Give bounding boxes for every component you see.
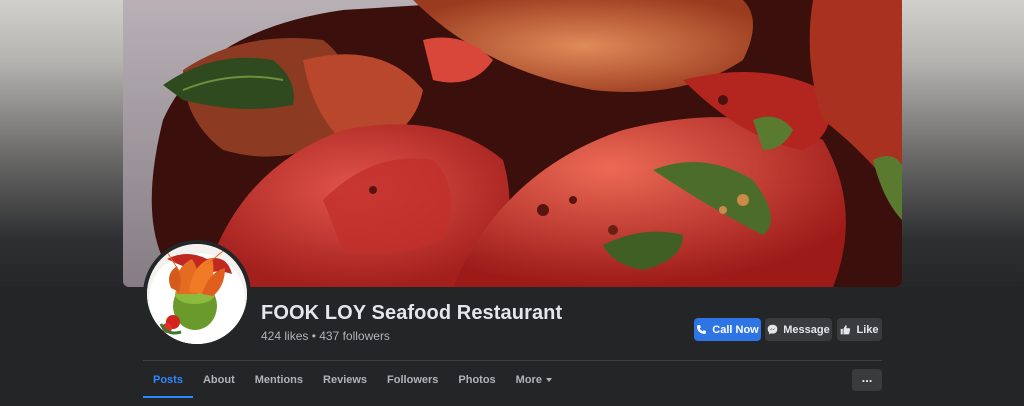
tab-photos[interactable]: Photos [448,362,505,398]
tab-label: Followers [387,374,439,386]
tab-followers[interactable]: Followers [377,362,448,398]
tab-posts[interactable]: Posts [143,362,193,398]
tab-reviews[interactable]: Reviews [313,362,377,398]
message-label: Message [783,323,830,336]
caret-down-icon [545,378,552,382]
messenger-icon [767,324,778,335]
more-options-button[interactable]: ... [852,369,882,391]
like-label: Like [856,323,879,336]
tab-label: Mentions [254,374,304,386]
call-now-label: Call Now [712,323,759,336]
page-title: FOOK LOY Seafood Restaurant [261,302,563,324]
cover-photo[interactable] [123,0,902,287]
tab-label: About [202,374,235,386]
shrimp-dish-icon [147,244,247,344]
call-now-button[interactable]: Call Now [694,318,761,341]
tab-more[interactable]: More [506,362,562,398]
phone-icon [697,325,707,334]
tab-about[interactable]: About [193,362,245,398]
tab-mentions[interactable]: Mentions [245,362,313,398]
thumbs-up-icon [841,325,851,335]
ellipsis-icon: ... [861,370,873,385]
message-button[interactable]: Message [765,318,832,341]
header-divider [143,360,882,361]
tab-label: Posts [153,374,183,386]
profile-picture[interactable] [143,240,251,348]
tab-label: More [515,374,542,386]
chili-crab-image [123,0,902,287]
tab-label: Photos [458,374,496,386]
page-stats[interactable]: 424 likes • 437 followers [261,329,390,343]
page-tabs: Posts About Mentions Reviews Followers P… [143,362,562,398]
tab-label: Reviews [323,374,368,386]
like-button[interactable]: Like [837,318,882,341]
